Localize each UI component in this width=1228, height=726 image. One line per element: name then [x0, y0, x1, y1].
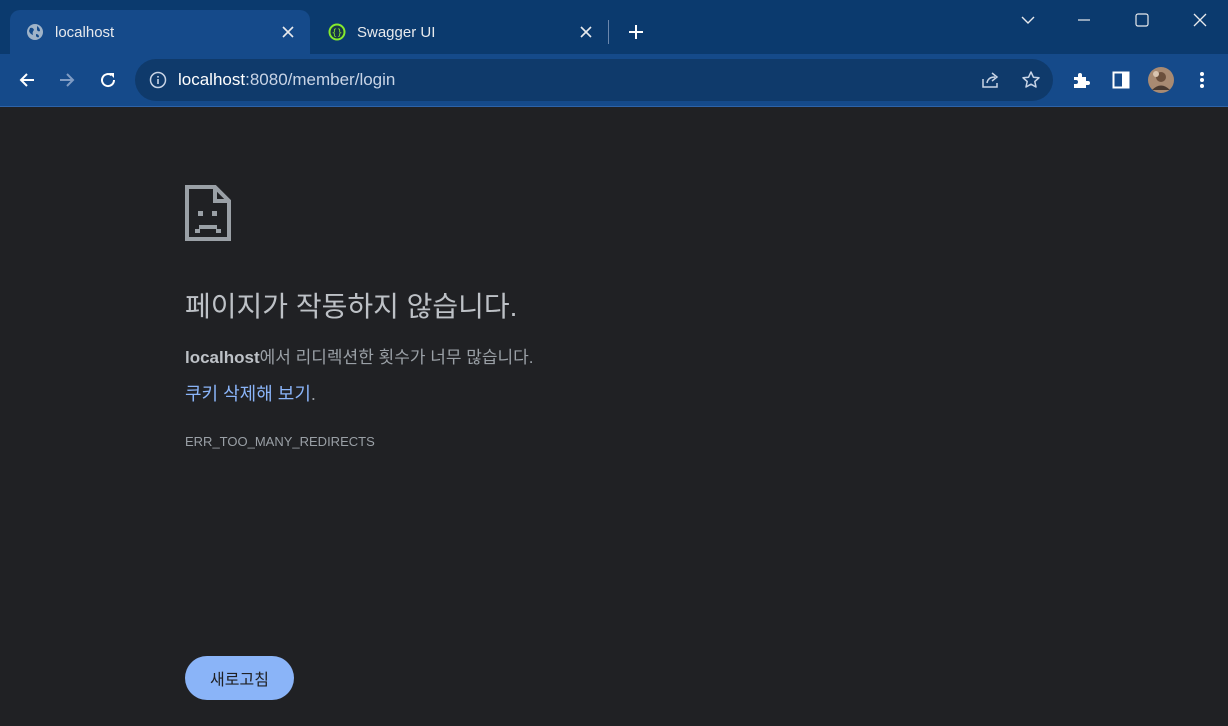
tab-close-button[interactable]: [278, 22, 298, 42]
close-icon: [1193, 13, 1207, 27]
profile-button[interactable]: [1145, 64, 1177, 96]
plus-icon: [629, 25, 643, 39]
side-panel-button[interactable]: [1105, 64, 1137, 96]
reload-button[interactable]: 새로고침: [185, 656, 294, 700]
star-icon: [1022, 71, 1040, 88]
avatar: [1148, 67, 1174, 93]
url-host: localhost: [178, 70, 246, 89]
extensions-button[interactable]: [1065, 64, 1097, 96]
error-host: localhost: [185, 348, 260, 367]
title-bar: localhost {} Swagger UI: [0, 0, 1228, 54]
side-panel-icon: [1112, 71, 1130, 89]
toolbar: localhost:8080/member/login: [0, 54, 1228, 106]
maximize-button[interactable]: [1122, 4, 1162, 36]
forward-button[interactable]: [51, 64, 83, 96]
arrow-right-icon: [60, 73, 75, 87]
tab-separator: [608, 20, 609, 44]
error-description: localhost에서 리디렉션한 횟수가 너무 많습니다.: [185, 343, 533, 368]
back-button[interactable]: [11, 64, 43, 96]
suggestion-end: .: [310, 384, 316, 404]
menu-button[interactable]: [1186, 64, 1218, 96]
puzzle-icon: [1074, 73, 1090, 88]
error-code: ERR_TOO_MANY_REDIRECTS: [185, 434, 375, 449]
new-tab-button[interactable]: [622, 18, 650, 46]
chevron-down-icon: [1021, 16, 1035, 24]
svg-text:{}: {}: [332, 29, 343, 39]
tab-search-button[interactable]: [1008, 4, 1048, 36]
sad-page-icon: [185, 185, 231, 241]
tab-localhost[interactable]: localhost: [10, 10, 310, 54]
refresh-icon: [101, 73, 116, 88]
error-page: 페이지가 작동하지 않습니다. localhost에서 리디렉션한 횟수가 너무…: [0, 107, 1228, 726]
maximize-icon: [1135, 13, 1149, 27]
close-icon: [282, 26, 294, 38]
share-button[interactable]: [975, 64, 1007, 96]
tab-swagger-ui[interactable]: {} Swagger UI: [312, 10, 608, 54]
arrow-left-icon: [19, 73, 34, 87]
address-bar[interactable]: localhost:8080/member/login: [135, 59, 1053, 101]
close-window-button[interactable]: [1180, 4, 1220, 36]
more-vertical-icon: [1200, 72, 1204, 88]
share-icon: [982, 72, 999, 88]
bookmark-button[interactable]: [1015, 64, 1047, 96]
minimize-icon: [1078, 19, 1090, 21]
info-icon[interactable]: [149, 71, 167, 89]
error-heading: 페이지가 작동하지 않습니다.: [185, 291, 518, 322]
url-text[interactable]: localhost:8080/member/login: [178, 70, 395, 90]
close-icon: [580, 26, 592, 38]
tab-close-button[interactable]: [576, 22, 596, 42]
minimize-button[interactable]: [1064, 4, 1104, 36]
clear-cookies-link[interactable]: 쿠키 삭제해 보기: [185, 384, 311, 404]
tab-title: localhost: [55, 23, 115, 41]
tab-title: Swagger UI: [357, 23, 436, 41]
globe-icon: [27, 24, 43, 40]
suggestion: 쿠키 삭제해 보기.: [185, 380, 316, 406]
reload-page-button[interactable]: [92, 64, 124, 96]
error-message: 에서 리디렉션한 횟수가 너무 많습니다.: [259, 348, 534, 367]
swagger-icon: {}: [328, 23, 346, 41]
url-path: :8080/member/login: [245, 70, 396, 89]
